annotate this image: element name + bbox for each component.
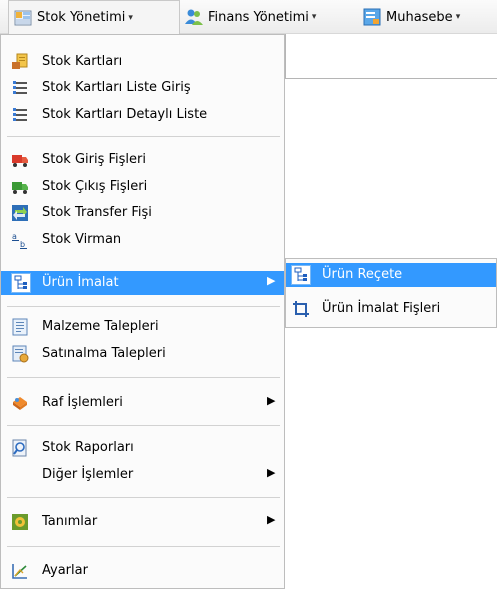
list-icon xyxy=(11,79,29,97)
menu-separator xyxy=(7,136,280,137)
request-icon xyxy=(11,318,29,336)
report-icon xyxy=(11,439,29,457)
urun-imalat-submenu: Ürün Reçete Ürün İmalat Fişleri xyxy=(285,258,497,328)
menu-item-label: Tanımlar xyxy=(42,514,98,529)
menu-item-stok-giris-fisleri[interactable]: Stok Giriş Fişleri xyxy=(1,148,284,172)
crop-icon xyxy=(292,300,310,318)
transfer-icon xyxy=(11,204,29,222)
menu-item-stok-cikis-fisleri[interactable]: Stok Çıkış Fişleri xyxy=(1,175,284,199)
menu-item-label: Stok Transfer Fişi xyxy=(42,205,152,220)
menu-item-label: Stok Kartları Liste Giriş xyxy=(42,80,191,95)
menu-muhasebe[interactable]: Muhasebe ▾ xyxy=(362,0,460,34)
settings-icon xyxy=(11,562,29,580)
menu-item-label: Stok Raporları xyxy=(42,440,134,455)
menu-item-label: Ayarlar xyxy=(42,563,88,578)
tree-icon xyxy=(11,273,31,293)
menu-separator xyxy=(7,546,280,547)
menu-item-stok-raporlari[interactable]: Stok Raporları xyxy=(1,436,284,460)
stok-yonetimi-dropdown: Stok Kartları Stok Kartları Liste Giriş … xyxy=(0,34,285,589)
caret-down-icon: ▾ xyxy=(311,12,317,22)
caret-down-icon: ▾ xyxy=(455,12,461,22)
menu-item-raf-islemleri[interactable]: Raf İşlemleri ▶ xyxy=(1,391,284,415)
menu-item-stok-kartlari-liste-giris[interactable]: Stok Kartları Liste Giriş xyxy=(1,76,284,100)
menu-item-stok-virman[interactable]: a b Stok Virman xyxy=(1,228,284,252)
menu-separator xyxy=(7,425,280,426)
menu-item-label: Stok Kartları xyxy=(42,54,123,69)
menu-item-urun-imalat[interactable]: Ürün İmalat ▶ xyxy=(1,271,284,295)
menu-item-label: Stok Virman xyxy=(42,232,122,247)
menu-item-label: Satınalma Talepleri xyxy=(42,346,166,361)
menu-item-diger-islemler[interactable]: Diğer İşlemler ▶ xyxy=(1,463,284,487)
submenu-arrow-icon: ▶ xyxy=(267,274,276,287)
shelf-icon xyxy=(11,394,29,412)
menu-item-stok-kartlari-detayli-liste[interactable]: Stok Kartları Detaylı Liste xyxy=(1,103,284,127)
menu-item-label: Stok Giriş Fişleri xyxy=(42,152,146,167)
caret-down-icon: ▾ xyxy=(128,12,133,23)
menubar: Stok Yönetimi ▾ Finans Yönetimi ▾ Muhase… xyxy=(0,0,497,34)
finance-icon xyxy=(184,7,204,27)
stock-in-truck-icon xyxy=(11,151,29,169)
submenu-item-label: Ürün İmalat Fişleri xyxy=(322,301,441,316)
submenu-item-label: Ürün Reçete xyxy=(322,267,403,282)
menu-item-tanimlar[interactable]: Tanımlar ▶ xyxy=(1,510,284,534)
submenu-arrow-icon: ▶ xyxy=(267,466,276,479)
submenu-arrow-icon: ▶ xyxy=(267,394,276,407)
accounting-icon xyxy=(362,7,382,27)
menu-item-stok-kartlari[interactable]: Stok Kartları xyxy=(1,50,284,74)
definitions-icon xyxy=(11,513,29,531)
menu-item-label: Raf İşlemleri xyxy=(42,395,123,410)
menu-label: Stok Yönetimi xyxy=(37,10,126,25)
submenu-item-urun-recete[interactable]: Ürün Reçete xyxy=(286,263,496,287)
submenu-item-urun-imalat-fisleri[interactable]: Ürün İmalat Fişleri xyxy=(286,297,496,321)
tree-icon xyxy=(291,265,311,285)
menu-label: Finans Yönetimi xyxy=(208,9,309,25)
menu-item-label: Stok Kartları Detaylı Liste xyxy=(42,107,208,122)
panel-divider xyxy=(285,78,497,79)
menu-separator xyxy=(7,497,280,498)
menu-item-label: Stok Çıkış Fişleri xyxy=(42,179,148,194)
menu-separator xyxy=(7,377,280,378)
svg-text:b: b xyxy=(20,240,25,249)
menu-item-ayarlar[interactable]: Ayarlar xyxy=(1,559,284,583)
stock-management-icon xyxy=(13,8,33,28)
menu-item-label: Malzeme Talepleri xyxy=(42,319,159,334)
submenu-arrow-icon: ▶ xyxy=(267,513,276,526)
purchase-icon xyxy=(11,345,29,363)
menu-finans-yonetimi[interactable]: Finans Yönetimi ▾ xyxy=(184,0,316,34)
menu-label: Muhasebe xyxy=(386,9,453,25)
menu-item-label: Diğer İşlemler xyxy=(42,467,134,482)
stock-out-truck-icon xyxy=(11,178,29,196)
menu-item-stok-transfer-fisi[interactable]: Stok Transfer Fişi xyxy=(1,201,284,225)
virman-icon: a b xyxy=(11,231,29,249)
svg-text:a: a xyxy=(12,232,17,241)
menu-item-label: Ürün İmalat xyxy=(42,275,119,290)
stock-cards-icon xyxy=(11,53,29,71)
menu-separator xyxy=(7,306,280,307)
menu-stok-yonetimi[interactable]: Stok Yönetimi ▾ xyxy=(8,0,180,34)
menu-item-malzeme-talepleri[interactable]: Malzeme Talepleri xyxy=(1,315,284,339)
list-icon xyxy=(11,106,29,124)
panel-border xyxy=(285,34,286,78)
menu-item-satinalma-talepleri[interactable]: Satınalma Talepleri xyxy=(1,342,284,366)
